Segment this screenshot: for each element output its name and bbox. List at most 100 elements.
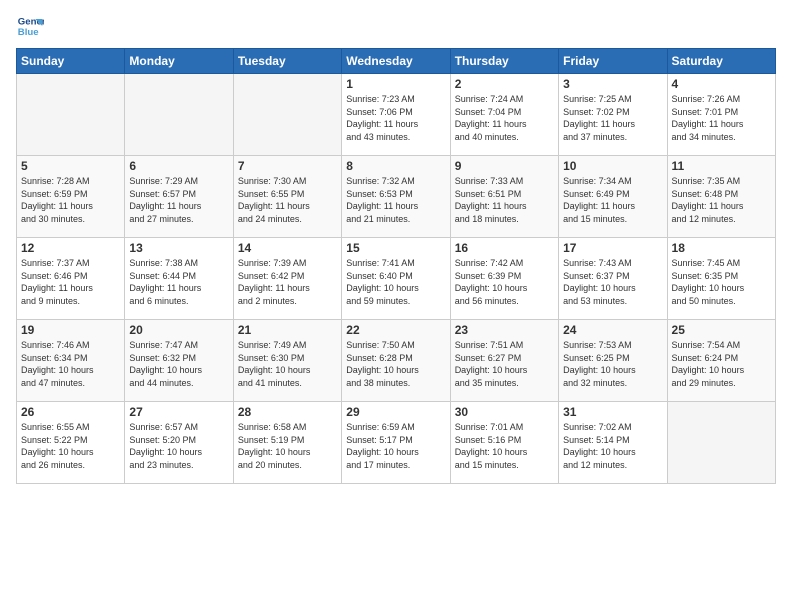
calendar-cell: 25 Sunrise: 7:54 AM Sunset: 6:24 PM Dayli… <box>667 320 775 402</box>
day-number: 31 <box>563 405 662 419</box>
weekday-header-sunday: Sunday <box>17 49 125 74</box>
day-number: 23 <box>455 323 554 337</box>
calendar-cell: 10Sunrise: 7:34 AM Sunset: 6:49 PM Dayli… <box>559 156 667 238</box>
calendar-cell: 12 Sunrise: 7:37 AM Sunset: 6:46 PM Dayli… <box>17 238 125 320</box>
calendar-table: SundayMondayTuesdayWednesdayThursdayFrid… <box>16 48 776 484</box>
calendar-cell: 11Sunrise: 7:35 AM Sunset: 6:48 PM Dayli… <box>667 156 775 238</box>
day-info: Sunrise: 7:54 AM Sunset: 6:24 PM Dayligh… <box>672 339 771 389</box>
day-number: 12 <box>21 241 120 255</box>
day-number: 8 <box>346 159 445 173</box>
page-container: General Blue SundayMondayTuesdayWednesda… <box>0 0 792 492</box>
calendar-cell: 27 Sunrise: 6:57 AM Sunset: 5:20 PM Dayli… <box>125 402 233 484</box>
calendar-week-1: 1Sunrise: 7:23 AM Sunset: 7:06 PM Daylig… <box>17 74 776 156</box>
day-number: 2 <box>455 77 554 91</box>
calendar-cell: 20 Sunrise: 7:47 AM Sunset: 6:32 PM Dayli… <box>125 320 233 402</box>
day-info: Sunrise: 7:23 AM Sunset: 7:06 PM Dayligh… <box>346 93 445 143</box>
day-info: Sunrise: 7:24 AM Sunset: 7:04 PM Dayligh… <box>455 93 554 143</box>
day-number: 5 <box>21 159 120 173</box>
calendar-cell: 8 Sunrise: 7:32 AM Sunset: 6:53 PM Daylig… <box>342 156 450 238</box>
calendar-cell: 3 Sunrise: 7:25 AM Sunset: 7:02 PM Daylig… <box>559 74 667 156</box>
day-info: Sunrise: 6:58 AM Sunset: 5:19 PM Dayligh… <box>238 421 337 471</box>
calendar-cell: 24 Sunrise: 7:53 AM Sunset: 6:25 PM Dayli… <box>559 320 667 402</box>
weekday-header-friday: Friday <box>559 49 667 74</box>
day-number: 22 <box>346 323 445 337</box>
svg-text:Blue: Blue <box>18 27 39 38</box>
calendar-cell: 26 Sunrise: 6:55 AM Sunset: 5:22 PM Dayli… <box>17 402 125 484</box>
day-info: Sunrise: 7:39 AM Sunset: 6:42 PM Dayligh… <box>238 257 337 307</box>
day-info: Sunrise: 7:46 AM Sunset: 6:34 PM Dayligh… <box>21 339 120 389</box>
day-number: 9 <box>455 159 554 173</box>
day-number: 17 <box>563 241 662 255</box>
calendar-cell <box>233 74 341 156</box>
day-info: Sunrise: 7:51 AM Sunset: 6:27 PM Dayligh… <box>455 339 554 389</box>
calendar-cell: 29 Sunrise: 6:59 AM Sunset: 5:17 PM Dayli… <box>342 402 450 484</box>
day-info: Sunrise: 7:38 AM Sunset: 6:44 PM Dayligh… <box>129 257 228 307</box>
day-info: Sunrise: 7:37 AM Sunset: 6:46 PM Dayligh… <box>21 257 120 307</box>
calendar-week-5: 26 Sunrise: 6:55 AM Sunset: 5:22 PM Dayli… <box>17 402 776 484</box>
calendar-cell: 15 Sunrise: 7:41 AM Sunset: 6:40 PM Dayli… <box>342 238 450 320</box>
weekday-header-thursday: Thursday <box>450 49 558 74</box>
calendar-week-3: 12 Sunrise: 7:37 AM Sunset: 6:46 PM Dayli… <box>17 238 776 320</box>
day-number: 27 <box>129 405 228 419</box>
day-info: Sunrise: 7:28 AM Sunset: 6:59 PM Dayligh… <box>21 175 120 225</box>
day-number: 13 <box>129 241 228 255</box>
day-number: 25 <box>672 323 771 337</box>
day-info: Sunrise: 7:26 AM Sunset: 7:01 PM Dayligh… <box>672 93 771 143</box>
day-number: 15 <box>346 241 445 255</box>
calendar-week-2: 5 Sunrise: 7:28 AM Sunset: 6:59 PM Daylig… <box>17 156 776 238</box>
weekday-header-tuesday: Tuesday <box>233 49 341 74</box>
day-number: 21 <box>238 323 337 337</box>
day-number: 19 <box>21 323 120 337</box>
day-number: 7 <box>238 159 337 173</box>
day-info: Sunrise: 7:41 AM Sunset: 6:40 PM Dayligh… <box>346 257 445 307</box>
calendar-week-4: 19 Sunrise: 7:46 AM Sunset: 6:34 PM Dayli… <box>17 320 776 402</box>
day-info: Sunrise: 7:49 AM Sunset: 6:30 PM Dayligh… <box>238 339 337 389</box>
day-info: Sunrise: 7:47 AM Sunset: 6:32 PM Dayligh… <box>129 339 228 389</box>
day-info: Sunrise: 6:59 AM Sunset: 5:17 PM Dayligh… <box>346 421 445 471</box>
day-info: Sunrise: 7:25 AM Sunset: 7:02 PM Dayligh… <box>563 93 662 143</box>
calendar-cell: 1Sunrise: 7:23 AM Sunset: 7:06 PM Daylig… <box>342 74 450 156</box>
calendar-cell: 2 Sunrise: 7:24 AM Sunset: 7:04 PM Daylig… <box>450 74 558 156</box>
day-number: 3 <box>563 77 662 91</box>
header: General Blue <box>16 12 776 40</box>
day-info: Sunrise: 7:45 AM Sunset: 6:35 PM Dayligh… <box>672 257 771 307</box>
calendar-cell: 9 Sunrise: 7:33 AM Sunset: 6:51 PM Daylig… <box>450 156 558 238</box>
day-number: 24 <box>563 323 662 337</box>
calendar-cell: 18Sunrise: 7:45 AM Sunset: 6:35 PM Dayli… <box>667 238 775 320</box>
day-info: Sunrise: 6:57 AM Sunset: 5:20 PM Dayligh… <box>129 421 228 471</box>
day-info: Sunrise: 7:02 AM Sunset: 5:14 PM Dayligh… <box>563 421 662 471</box>
calendar-cell <box>667 402 775 484</box>
logo-icon: General Blue <box>16 12 44 40</box>
calendar-cell <box>17 74 125 156</box>
calendar-cell: 13 Sunrise: 7:38 AM Sunset: 6:44 PM Dayli… <box>125 238 233 320</box>
day-number: 30 <box>455 405 554 419</box>
logo: General Blue <box>16 12 44 40</box>
calendar-cell: 21 Sunrise: 7:49 AM Sunset: 6:30 PM Dayli… <box>233 320 341 402</box>
day-info: Sunrise: 7:30 AM Sunset: 6:55 PM Dayligh… <box>238 175 337 225</box>
day-info: Sunrise: 7:32 AM Sunset: 6:53 PM Dayligh… <box>346 175 445 225</box>
day-number: 29 <box>346 405 445 419</box>
day-number: 26 <box>21 405 120 419</box>
day-number: 14 <box>238 241 337 255</box>
calendar-cell: 31 Sunrise: 7:02 AM Sunset: 5:14 PM Dayli… <box>559 402 667 484</box>
day-info: Sunrise: 7:34 AM Sunset: 6:49 PM Dayligh… <box>563 175 662 225</box>
calendar-cell: 5 Sunrise: 7:28 AM Sunset: 6:59 PM Daylig… <box>17 156 125 238</box>
calendar-cell <box>125 74 233 156</box>
day-info: Sunrise: 6:55 AM Sunset: 5:22 PM Dayligh… <box>21 421 120 471</box>
weekday-header-saturday: Saturday <box>667 49 775 74</box>
calendar-cell: 30 Sunrise: 7:01 AM Sunset: 5:16 PM Dayli… <box>450 402 558 484</box>
day-info: Sunrise: 7:01 AM Sunset: 5:16 PM Dayligh… <box>455 421 554 471</box>
calendar-cell: 22 Sunrise: 7:50 AM Sunset: 6:28 PM Dayli… <box>342 320 450 402</box>
calendar-cell: 7 Sunrise: 7:30 AM Sunset: 6:55 PM Daylig… <box>233 156 341 238</box>
day-info: Sunrise: 7:33 AM Sunset: 6:51 PM Dayligh… <box>455 175 554 225</box>
day-number: 6 <box>129 159 228 173</box>
calendar-cell: 6Sunrise: 7:29 AM Sunset: 6:57 PM Daylig… <box>125 156 233 238</box>
day-info: Sunrise: 7:50 AM Sunset: 6:28 PM Dayligh… <box>346 339 445 389</box>
weekday-header-wednesday: Wednesday <box>342 49 450 74</box>
day-info: Sunrise: 7:53 AM Sunset: 6:25 PM Dayligh… <box>563 339 662 389</box>
day-number: 20 <box>129 323 228 337</box>
day-number: 16 <box>455 241 554 255</box>
weekday-header-monday: Monday <box>125 49 233 74</box>
day-info: Sunrise: 7:43 AM Sunset: 6:37 PM Dayligh… <box>563 257 662 307</box>
day-number: 4 <box>672 77 771 91</box>
